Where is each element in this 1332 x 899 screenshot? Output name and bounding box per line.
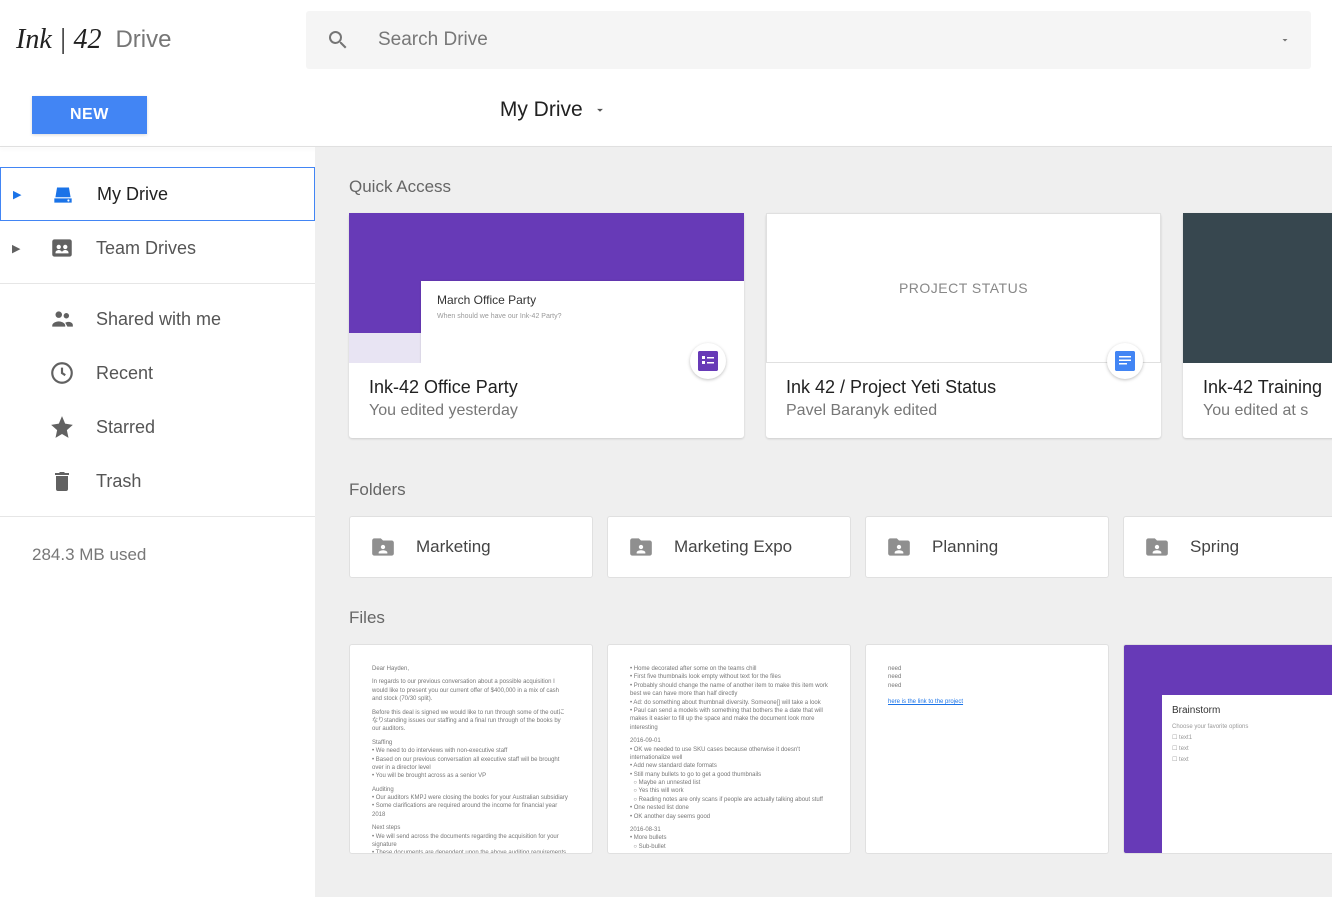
header: Ink | 42 Drive	[0, 0, 1332, 80]
preview-label: PROJECT STATUS	[899, 280, 1028, 296]
quick-card[interactable]: Welcome to the Ink-42 team! We're happy …	[1183, 213, 1332, 438]
doc-preview: needneedneed here is the link to the pro…	[888, 665, 1086, 707]
clock-icon	[48, 359, 76, 387]
trash-icon	[48, 467, 76, 495]
logo-area: Ink | 42 Drive	[16, 24, 306, 56]
divider	[0, 516, 315, 517]
folder-shared-icon	[1144, 534, 1170, 560]
breadcrumb-title: My Drive	[500, 98, 583, 122]
search-input[interactable]	[378, 29, 1251, 51]
sidebar-item-my-drive[interactable]: ▶ My Drive	[0, 167, 315, 221]
file-card[interactable]: • Home decorated after some on the teams…	[607, 644, 851, 854]
card-preview: Welcome to the Ink-42 team! We're happy …	[1183, 213, 1332, 363]
sidebar-item-trash[interactable]: Trash	[0, 454, 315, 508]
search-options-icon[interactable]	[1279, 34, 1291, 46]
form-icon	[698, 351, 718, 371]
preview-title: March Office Party	[437, 293, 728, 307]
doc-icon	[1115, 351, 1135, 371]
sidebar-item-recent[interactable]: Recent	[0, 346, 315, 400]
folder-card[interactable]: Spring	[1123, 516, 1332, 578]
sidebar-item-label: Shared with me	[96, 309, 221, 330]
doc-preview: • Home decorated after some on the teams…	[630, 665, 828, 851]
file-type-badge	[690, 343, 726, 379]
card-preview: PROJECT STATUS	[766, 213, 1161, 363]
quick-access-header: Quick Access	[349, 177, 1332, 197]
team-icon	[48, 234, 76, 262]
sidebar-item-label: My Drive	[97, 184, 168, 205]
brand-logo: Ink | 42	[16, 24, 101, 56]
star-icon	[48, 413, 76, 441]
sidebar: ▶ My Drive ▶ Team Drives Shared with me	[0, 147, 315, 897]
card-title: Ink-42 Training	[1203, 377, 1332, 398]
file-card[interactable]: needneedneed here is the link to the pro…	[865, 644, 1109, 854]
action-row: NEW My Drive	[0, 80, 1332, 140]
card-subtitle: Pavel Baranyk edited	[786, 402, 1141, 420]
search-icon	[326, 28, 350, 52]
preview-subtitle: When should we have our Ink-42 Party?	[437, 313, 728, 320]
app-name: Drive	[115, 26, 171, 54]
new-button[interactable]: NEW	[32, 96, 147, 134]
quick-card[interactable]: March Office Party When should we have o…	[349, 213, 744, 438]
breadcrumb[interactable]: My Drive	[500, 98, 607, 122]
folder-name: Planning	[932, 537, 998, 557]
sidebar-item-label: Team Drives	[96, 238, 196, 259]
file-type-badge	[1107, 343, 1143, 379]
folders-row: Marketing Marketing Expo Planning Spring	[349, 516, 1332, 578]
card-subtitle: You edited yesterday	[369, 402, 724, 420]
folder-shared-icon	[628, 534, 654, 560]
form-preview: Brainstorm Choose your favorite options …	[1162, 695, 1332, 854]
preview-subtitle: Choose your favorite options	[1172, 724, 1332, 730]
sidebar-item-starred[interactable]: Starred	[0, 400, 315, 454]
preview-title: Brainstorm	[1172, 705, 1332, 716]
quick-card[interactable]: PROJECT STATUS Ink 42 / Project Yeti Sta…	[766, 213, 1161, 438]
card-title: Ink 42 / Project Yeti Status	[786, 377, 1141, 398]
main-content: Quick Access March Office Party When sho…	[315, 147, 1332, 897]
drive-icon	[49, 180, 77, 208]
card-subtitle: You edited at s	[1203, 402, 1332, 420]
files-row: Dear Hayden, In regards to our previous …	[349, 644, 1332, 854]
card-title: Ink-42 Office Party	[369, 377, 724, 398]
divider	[0, 283, 315, 284]
card-preview: March Office Party When should we have o…	[349, 213, 744, 363]
sidebar-item-shared[interactable]: Shared with me	[0, 292, 315, 346]
file-card[interactable]: Dear Hayden, In regards to our previous …	[349, 644, 593, 854]
sidebar-item-label: Trash	[96, 471, 141, 492]
folder-shared-icon	[886, 534, 912, 560]
files-header: Files	[349, 608, 1332, 628]
chevron-down-icon	[593, 103, 607, 117]
folder-card[interactable]: Planning	[865, 516, 1109, 578]
doc-preview: Dear Hayden, In regards to our previous …	[372, 665, 570, 854]
sidebar-item-label: Recent	[96, 363, 153, 384]
folder-shared-icon	[370, 534, 396, 560]
quick-access-row: March Office Party When should we have o…	[349, 213, 1332, 438]
expand-icon[interactable]: ▶	[12, 242, 28, 255]
folder-card[interactable]: Marketing Expo	[607, 516, 851, 578]
search-bar[interactable]	[306, 11, 1311, 69]
folder-card[interactable]: Marketing	[349, 516, 593, 578]
sidebar-item-team-drives[interactable]: ▶ Team Drives	[0, 221, 315, 275]
folder-name: Spring	[1190, 537, 1239, 557]
expand-icon[interactable]: ▶	[13, 188, 29, 201]
sidebar-item-label: Starred	[96, 417, 155, 438]
folder-name: Marketing	[416, 537, 491, 557]
file-card[interactable]: Brainstorm Choose your favorite options …	[1123, 644, 1332, 854]
folder-name: Marketing Expo	[674, 537, 792, 557]
people-icon	[48, 305, 76, 333]
storage-used: 284.3 MB used	[0, 525, 315, 565]
folders-header: Folders	[349, 480, 1332, 500]
